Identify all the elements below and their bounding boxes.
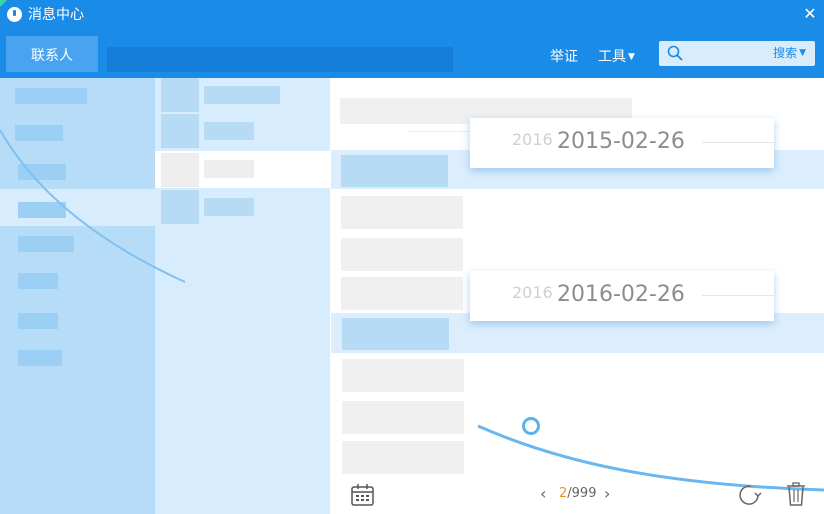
date-popup[interactable]: 2016 2016-02-26 [470,271,774,321]
category-placeholder[interactable] [18,350,62,366]
divider [408,131,470,132]
message-placeholder [341,155,448,187]
corner-accent [0,0,7,7]
date-ghost-year: 2016 [512,130,553,149]
avatar [161,78,199,112]
category-placeholder[interactable] [18,164,66,180]
contact-name-placeholder [204,198,254,216]
message-placeholder [342,401,464,434]
search-input[interactable] [685,43,765,63]
category-placeholder[interactable] [15,125,63,141]
category-placeholder[interactable] [18,313,58,329]
search-button[interactable]: 搜索 ▼ [773,45,806,61]
report-button[interactable]: 举证 [550,48,578,66]
chat-bubble-icon [7,7,22,22]
pager-total: /999 [567,486,597,501]
search-box[interactable]: 搜索 ▼ [659,41,815,66]
message-placeholder [341,196,463,229]
message-placeholder [342,359,464,392]
date-divider [702,295,774,296]
category-placeholder[interactable] [18,273,58,289]
window-title: 消息中心 [28,7,84,23]
category-sidebar [0,78,155,514]
pager-indicator: 2/999 [559,486,596,502]
category-placeholder[interactable] [15,88,87,104]
caret-down-icon: ▼ [799,48,806,58]
contact-name-placeholder [204,122,254,140]
tab-strip [107,47,453,72]
date-divider [702,142,774,143]
refresh-icon[interactable] [737,483,763,507]
tab-contacts[interactable]: 联系人 [6,36,98,72]
magnifier-icon [667,45,683,61]
message-placeholder [342,318,449,350]
pager-next-button[interactable]: › [604,484,610,504]
date-label: 2016-02-26 [557,282,685,307]
title-bar[interactable] [0,0,824,30]
tools-label: 工具 [598,49,626,65]
caret-down-icon: ▼ [628,52,635,62]
message-placeholder [342,441,464,474]
tools-menu[interactable]: 工具 ▼ [598,48,635,66]
timeline-handle[interactable] [522,417,540,435]
contact-name-placeholder [204,160,254,178]
avatar [161,190,199,224]
search-button-label: 搜索 [773,46,798,60]
contact-name-placeholder [204,86,280,104]
date-ghost-year: 2016 [512,283,553,302]
category-placeholder[interactable] [18,202,66,218]
close-button[interactable]: ✕ [802,4,818,24]
category-placeholder[interactable] [18,236,74,252]
trash-icon[interactable] [786,482,806,506]
message-placeholder [341,238,463,271]
date-popup[interactable]: 2016 2015-02-26 [470,118,774,168]
avatar [161,114,199,148]
pager-prev-button[interactable]: ‹ [540,484,546,504]
calendar-icon[interactable] [350,483,375,507]
avatar [161,153,199,187]
message-placeholder [341,277,463,310]
date-label: 2015-02-26 [557,129,685,154]
